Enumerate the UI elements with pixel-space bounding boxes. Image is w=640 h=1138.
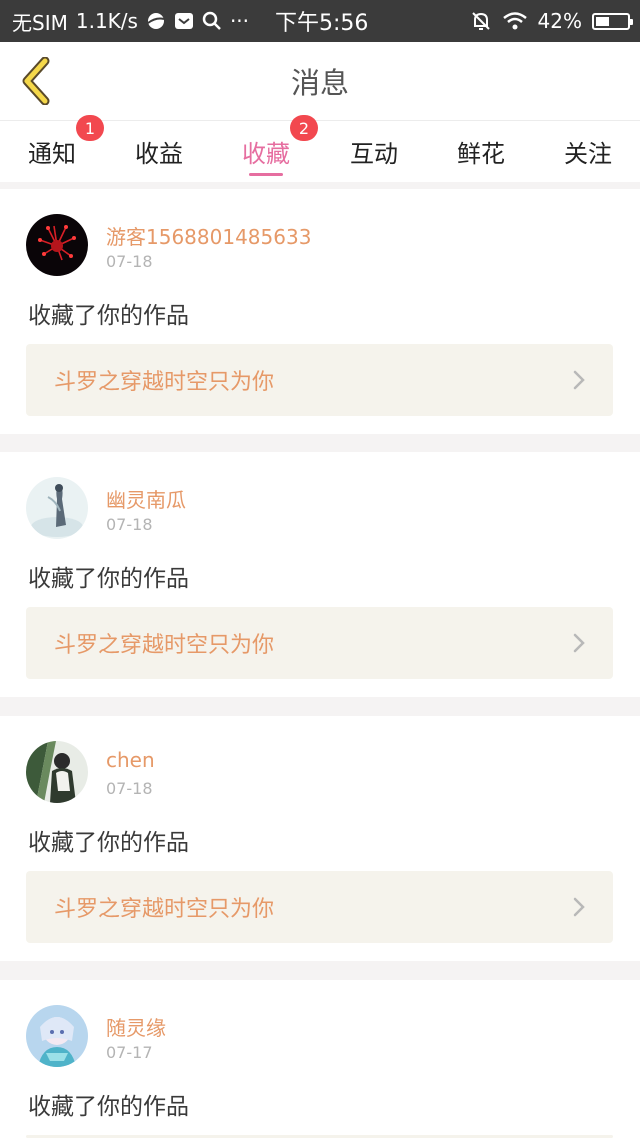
- tab-label: 鲜花: [457, 140, 505, 168]
- work-link[interactable]: 斗罗之穿越时空只为你: [26, 344, 613, 416]
- tab-notice[interactable]: 通知 1: [28, 115, 104, 182]
- username[interactable]: 随灵缘: [106, 1012, 166, 1041]
- tab-follow[interactable]: 关注: [564, 121, 612, 182]
- work-link[interactable]: 斗罗之穿越时空只为你: [26, 871, 613, 943]
- message-date: 07-17: [106, 1043, 153, 1062]
- header: 消息: [0, 42, 640, 121]
- unread-badge: 2: [290, 115, 318, 141]
- back-arrow-icon: [22, 57, 50, 105]
- status-bar: 无SIM 1.1K/s ··· 下午5:56 42%: [0, 0, 640, 42]
- action-text: 收藏了你的作品: [28, 566, 189, 592]
- tab-label: 通知: [28, 140, 76, 168]
- network-speed: 1.1K/s: [75, 9, 138, 33]
- username[interactable]: chen: [106, 748, 155, 772]
- work-link[interactable]: 斗罗之穿越时空只为你: [26, 607, 613, 679]
- bell-muted-icon: [470, 10, 492, 32]
- work-title: 斗罗之穿越时空只为你: [54, 370, 275, 395]
- message-card: 幽灵南瓜 07-18 收藏了你的作品 斗罗之穿越时空只为你: [0, 452, 640, 697]
- more-dots-icon: ···: [229, 9, 250, 33]
- chevron-right-icon: [573, 633, 585, 653]
- back-button[interactable]: [14, 56, 58, 106]
- chevron-right-icon: [573, 370, 585, 390]
- message-date: 07-18: [106, 779, 153, 798]
- avatar[interactable]: [26, 741, 88, 803]
- carrier-text: 无SIM: [12, 10, 68, 35]
- action-text: 收藏了你的作品: [28, 830, 189, 856]
- battery-percent: 42%: [537, 9, 582, 33]
- tab-bar: 通知 1 收益 收藏 2 互动 鲜花 关注: [0, 115, 640, 182]
- clock: 下午5:56: [275, 11, 369, 36]
- battery-fill: [596, 16, 609, 26]
- message-card: 随灵缘 07-17 收藏了你的作品: [0, 980, 640, 1138]
- tab-interaction[interactable]: 互动: [350, 121, 398, 182]
- tab-earnings[interactable]: 收益: [135, 121, 183, 182]
- work-title: 斗罗之穿越时空只为你: [54, 633, 275, 658]
- tab-label: 互动: [350, 140, 398, 168]
- action-text: 收藏了你的作品: [28, 1094, 189, 1120]
- message-date: 07-18: [106, 252, 153, 271]
- action-text: 收藏了你的作品: [28, 303, 189, 329]
- wifi-icon: [502, 11, 528, 31]
- avatar[interactable]: [26, 477, 88, 539]
- username[interactable]: 幽灵南瓜: [106, 484, 186, 513]
- avatar[interactable]: [26, 214, 88, 276]
- search-icon: [202, 11, 222, 31]
- tab-favorites[interactable]: 收藏 2: [242, 115, 318, 182]
- unread-badge: 1: [76, 115, 104, 141]
- active-tab-indicator: [249, 173, 283, 176]
- tab-label: 关注: [564, 140, 612, 168]
- work-title: 斗罗之穿越时空只为你: [54, 897, 275, 922]
- mail-icon: [174, 11, 194, 31]
- tab-label: 收藏: [242, 140, 290, 168]
- battery-icon: [592, 12, 633, 30]
- page-title: 消息: [290, 66, 349, 100]
- planet-icon: [146, 11, 166, 31]
- tab-flowers[interactable]: 鲜花: [457, 121, 505, 182]
- avatar[interactable]: [26, 1005, 88, 1067]
- chevron-right-icon: [573, 897, 585, 917]
- tab-label: 收益: [135, 140, 183, 168]
- message-date: 07-18: [106, 515, 153, 534]
- message-card: 游客1568801485633 07-18 收藏了你的作品 斗罗之穿越时空只为你: [0, 189, 640, 434]
- username[interactable]: 游客1568801485633: [106, 221, 311, 250]
- message-card: chen 07-18 收藏了你的作品 斗罗之穿越时空只为你: [0, 716, 640, 961]
